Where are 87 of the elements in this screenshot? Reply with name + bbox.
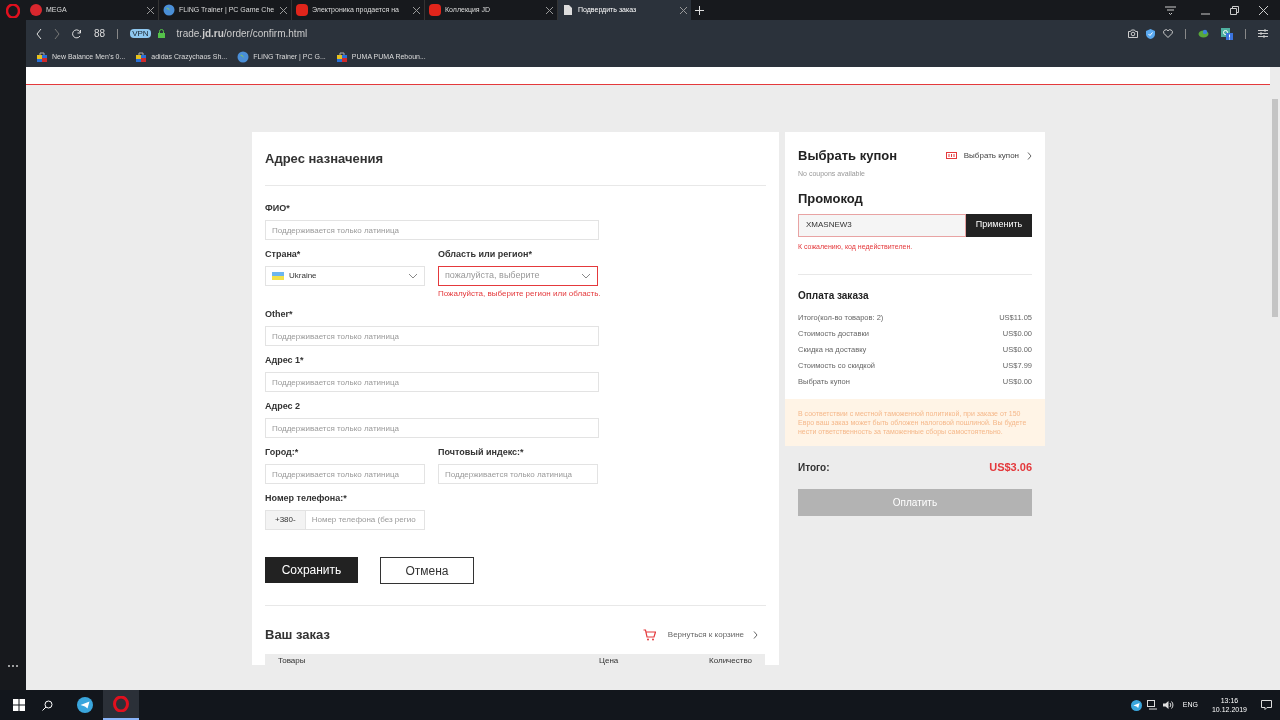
field-label: Город:*: [265, 446, 300, 459]
paper-plane-icon[interactable]: [1130, 699, 1142, 711]
column-header: Количество: [709, 655, 752, 665]
opera-logo-icon: [113, 696, 129, 712]
back-icon[interactable]: [36, 28, 42, 39]
page-icon: [562, 4, 574, 16]
search-icon[interactable]: [42, 699, 53, 711]
pay-button: Оплатить: [798, 488, 1032, 516]
promo-title: Промокод: [798, 190, 864, 208]
back-to-cart-link[interactable]: Вернуться к корзине: [667, 628, 744, 641]
mega-logo-icon: [30, 4, 42, 16]
bag-icon: [335, 51, 348, 63]
windows-start-icon[interactable]: [13, 699, 25, 711]
url-text[interactable]: trade.jd.ru/order/confirm.html: [176, 26, 1116, 41]
section-title: Адрес назначения: [265, 150, 385, 168]
paper-plane-icon: [77, 697, 93, 713]
select-field[interactable]: Ukraine: [265, 266, 425, 286]
notification-icon[interactable]: [1261, 700, 1272, 710]
shield-icon[interactable]: [1146, 28, 1155, 39]
field-label: Other*: [265, 308, 294, 321]
opera-logo-icon[interactable]: [6, 4, 20, 18]
speed-dial-button[interactable]: 88: [94, 26, 106, 41]
field-label: Область или регион*: [438, 248, 533, 261]
field-label: Номер телефона:*: [265, 492, 348, 505]
lock-icon: [157, 29, 165, 38]
text-field[interactable]: Поддерживается только латиница: [265, 372, 599, 392]
ticket-icon: [945, 152, 957, 160]
save-button[interactable]: Сохранить: [265, 557, 358, 583]
column-header: Товары: [278, 655, 307, 665]
globe-icon: [237, 51, 250, 63]
field-label: ФИО*: [265, 202, 291, 215]
jd-logo-icon: [429, 4, 441, 16]
error-message: Пожалуйста, выберите регион или область.: [438, 288, 601, 300]
choose-coupon-link[interactable]: Выбрать купон: [963, 149, 1019, 162]
text-field[interactable]: Поддерживается только латиница: [265, 418, 599, 438]
text-field[interactable]: Поддерживается только латиница: [265, 220, 599, 240]
settings-icon[interactable]: [1258, 29, 1268, 38]
extension-alert-icon[interactable]: [1221, 27, 1233, 40]
field-label: Почтовый индекс:*: [438, 446, 525, 459]
close-icon[interactable]: [280, 6, 287, 14]
network-icon[interactable]: [1146, 700, 1158, 710]
total-label: Итого:: [798, 460, 830, 475]
restore-icon[interactable]: [1230, 5, 1239, 15]
close-icon[interactable]: [546, 6, 553, 14]
text-field[interactable]: Поддерживается только латиница: [438, 464, 598, 484]
close-icon[interactable]: [413, 6, 420, 14]
cancel-button[interactable]: Отмена: [380, 557, 474, 584]
chevron-right-icon: [753, 630, 758, 639]
coupon-title: Выбрать купон: [798, 147, 899, 165]
close-icon[interactable]: [680, 6, 687, 14]
phone-number-field[interactable]: Номер телефона (без регио: [305, 510, 425, 530]
extension-icon[interactable]: [1198, 29, 1209, 38]
jd-logo-icon: [296, 4, 308, 16]
column-header: Цена: [599, 655, 620, 665]
chevron-right-icon: [1027, 151, 1032, 160]
text-field[interactable]: Поддерживается только латиница: [265, 326, 599, 346]
heart-icon[interactable]: [1163, 29, 1173, 38]
text-field[interactable]: Поддерживается только латиница: [265, 464, 425, 484]
total-value: US$3.06: [989, 460, 1032, 475]
promo-code-field[interactable]: XMASNEW3: [798, 213, 966, 237]
taskbar-app[interactable]: [103, 690, 139, 720]
field-label: Страна*: [265, 248, 302, 261]
chevron-down-icon: [408, 273, 418, 279]
bag-icon: [135, 51, 148, 63]
field-label: Адрес 2: [265, 400, 302, 413]
reload-icon[interactable]: [72, 28, 82, 39]
phone-prefix: +380-: [265, 510, 306, 530]
tab-menu-icon[interactable]: [1165, 5, 1176, 15]
forward-icon[interactable]: [54, 28, 60, 39]
payment-title: Оплата заказа: [798, 289, 870, 303]
vpn-badge[interactable]: VPN: [130, 29, 151, 38]
more-icon[interactable]: [7, 664, 19, 668]
globe-icon: [163, 4, 175, 16]
section-title: Ваш заказ: [265, 626, 331, 644]
apply-button[interactable]: Применить: [966, 213, 1032, 237]
close-window-icon[interactable]: [1259, 5, 1268, 15]
bag-icon: [36, 51, 48, 63]
cart-icon: [642, 628, 656, 641]
camera-icon[interactable]: [1128, 29, 1138, 38]
select-value: Ukraine: [289, 270, 318, 282]
select-placeholder: пожалуйста, выберите: [445, 269, 541, 283]
field-label: Адрес 1*: [265, 354, 305, 367]
chevron-down-icon: [581, 273, 591, 279]
volume-icon[interactable]: [1162, 700, 1174, 710]
new-tab-icon[interactable]: [695, 5, 704, 15]
close-icon[interactable]: [147, 6, 154, 14]
ukraine-flag-icon: [272, 272, 284, 280]
